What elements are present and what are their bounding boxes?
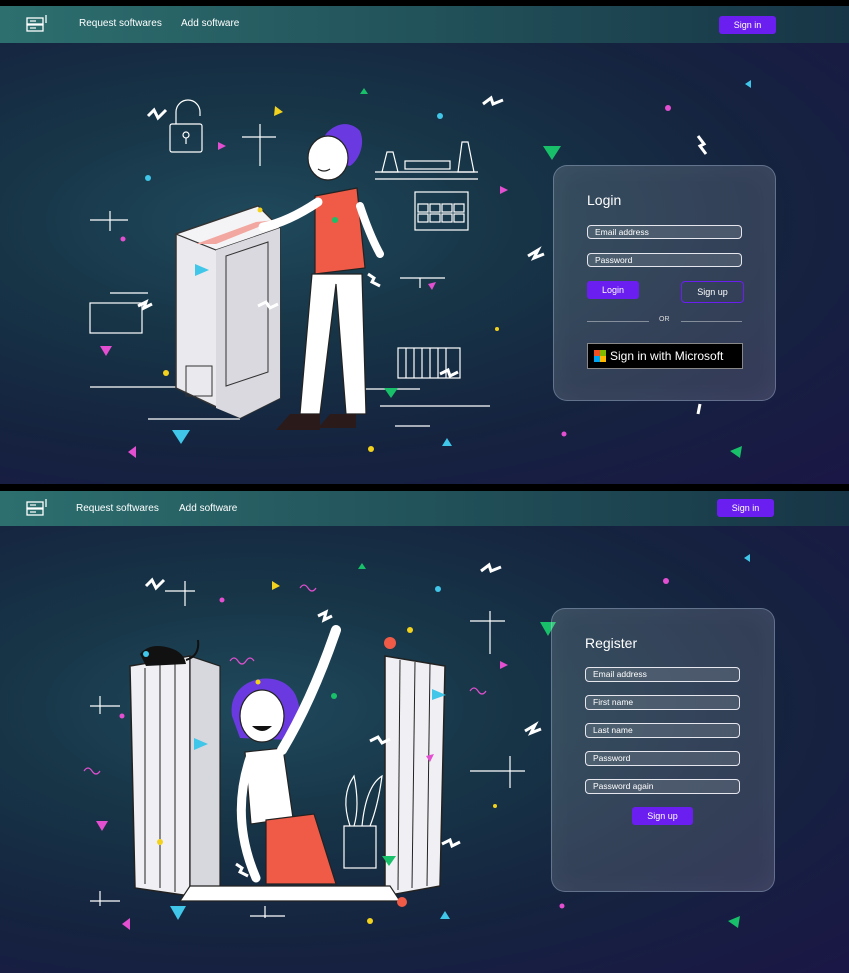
email-field[interactable]: Email address <box>587 225 742 239</box>
microsoft-logo-icon <box>594 350 606 362</box>
nav-link-request-softwares[interactable]: Request softwares <box>79 18 162 29</box>
signup-button[interactable]: Sign up <box>632 807 693 825</box>
top-navbar: Request softwares Add software Sign in <box>0 6 849 43</box>
password-field[interactable]: Password <box>587 253 742 267</box>
signin-button[interactable]: Sign in <box>719 16 776 34</box>
register-card: Register Email address First name Last n… <box>551 608 775 892</box>
login-card: Login Email address Password Login Sign … <box>553 165 776 401</box>
login-screen: Request softwares Add software Sign in L… <box>0 6 849 484</box>
password-again-field[interactable]: Password again <box>585 779 740 794</box>
or-divider-left <box>587 321 649 322</box>
nav-link-add-software[interactable]: Add software <box>179 503 237 514</box>
top-navbar: Request softwares Add software Sign in <box>0 491 849 526</box>
register-title: Register <box>585 635 638 651</box>
password-field[interactable]: Password <box>585 751 740 766</box>
server-logo-icon[interactable] <box>26 498 48 518</box>
login-button[interactable]: Login <box>587 281 639 299</box>
microsoft-signin-button[interactable]: Sign in with Microsoft <box>587 343 743 369</box>
woman-character <box>231 625 341 885</box>
login-title: Login <box>587 192 622 208</box>
register-screen: Request softwares Add software Sign in R… <box>0 491 849 973</box>
server-tower <box>174 205 282 419</box>
server-logo-icon[interactable] <box>26 14 48 34</box>
signin-button[interactable]: Sign in <box>717 499 774 517</box>
email-field[interactable]: Email address <box>585 667 740 682</box>
first-name-field[interactable]: First name <box>585 695 740 710</box>
or-divider-right <box>681 321 742 322</box>
nav-link-add-software[interactable]: Add software <box>181 18 239 29</box>
nav-link-request-softwares[interactable]: Request softwares <box>76 503 159 514</box>
or-text: OR <box>659 316 670 323</box>
microsoft-signin-label: Sign in with Microsoft <box>610 349 724 363</box>
last-name-field[interactable]: Last name <box>585 723 740 738</box>
signup-button[interactable]: Sign up <box>681 281 744 303</box>
